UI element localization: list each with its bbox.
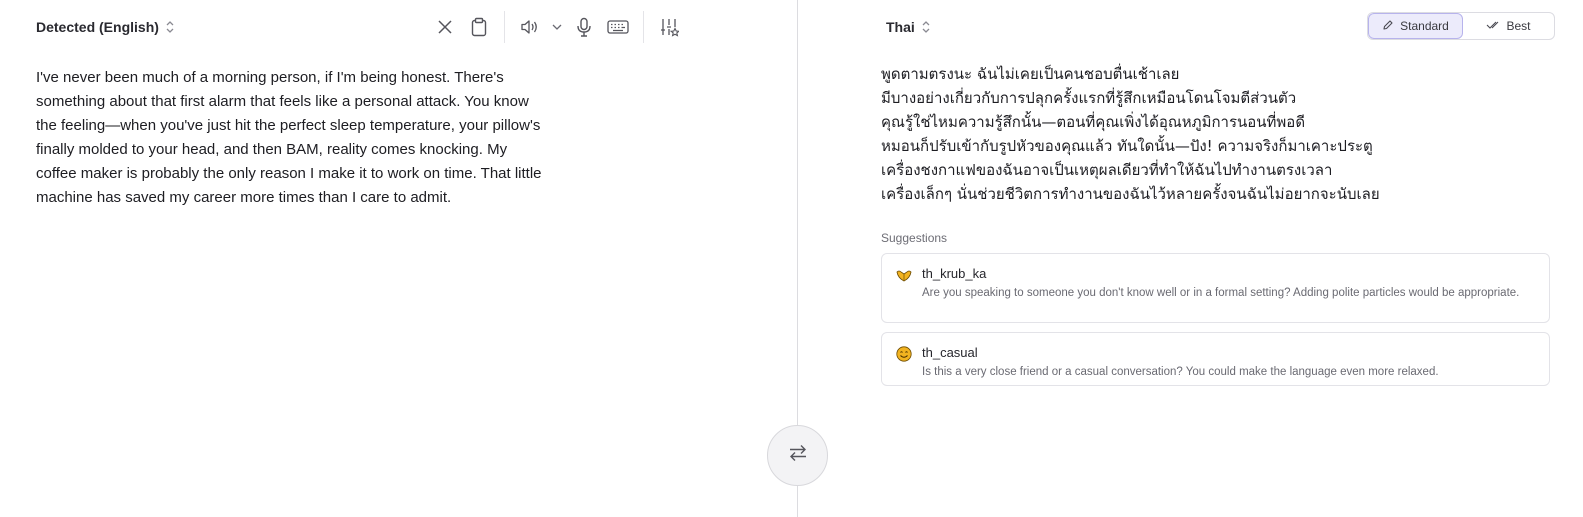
toolbar-divider [504, 11, 505, 43]
suggestions-heading: Suggestions [881, 231, 948, 245]
chevron-updown-icon [165, 19, 175, 35]
wai-hands-emoji-icon [896, 267, 912, 283]
standard-mode-label: Standard [1400, 19, 1449, 33]
target-language-label: Thai [886, 19, 915, 35]
source-language-label: Detected (English) [36, 19, 159, 35]
microphone-icon [576, 17, 592, 37]
suggestion-title: th_casual [922, 345, 978, 360]
keyboard-button[interactable] [601, 10, 635, 44]
best-mode-button[interactable]: Best [1463, 13, 1554, 39]
source-panel: Detected (English) I've never been much … [0, 0, 797, 517]
standard-mode-button[interactable]: Standard [1368, 13, 1463, 39]
translation-mode-toggle: Standard Best [1367, 12, 1555, 40]
double-check-icon [1486, 19, 1500, 33]
source-language-select[interactable]: Detected (English) [36, 16, 175, 38]
clear-button[interactable] [428, 10, 462, 44]
smiley-emoji-icon [896, 346, 912, 362]
close-icon [437, 19, 453, 35]
source-text-area[interactable]: I've never been much of a morning person… [36, 66, 551, 210]
suggestion-description: Is this a very close friend or a casual … [922, 366, 1439, 378]
suggestion-title: th_krub_ka [922, 266, 987, 281]
settings-button[interactable] [652, 10, 686, 44]
settings-sliders-icon [659, 17, 679, 37]
source-toolbar [428, 10, 686, 44]
target-language-select[interactable]: Thai [886, 16, 931, 38]
translation-output: พูดตามตรงนะ ฉันไม่เคยเป็นคนชอบตื่นเช้าเล… [881, 65, 1380, 203]
suggestion-description: Are you speaking to someone you don't kn… [922, 287, 1520, 299]
microphone-button[interactable] [567, 10, 601, 44]
clipboard-icon [470, 17, 488, 37]
best-mode-label: Best [1506, 19, 1531, 33]
keyboard-icon [607, 19, 629, 35]
target-panel: Thai Standard Best พูดตามตรงนะ ฉันไม่เคย… [798, 0, 1583, 517]
listen-button[interactable] [513, 10, 547, 44]
suggestion-card[interactable]: th_casual Is this a very close friend or… [881, 332, 1550, 386]
translator-app: Detected (English) I've never been much … [0, 0, 1583, 517]
chevron-down-icon [552, 23, 562, 31]
suggestion-card[interactable]: th_krub_ka Are you speaking to someone y… [881, 253, 1550, 323]
speaker-icon [520, 18, 540, 36]
voice-options-dropdown[interactable] [547, 10, 567, 44]
chevron-updown-icon [921, 19, 931, 35]
paste-button[interactable] [462, 10, 496, 44]
pen-icon [1382, 19, 1394, 34]
toolbar-divider [643, 11, 644, 43]
